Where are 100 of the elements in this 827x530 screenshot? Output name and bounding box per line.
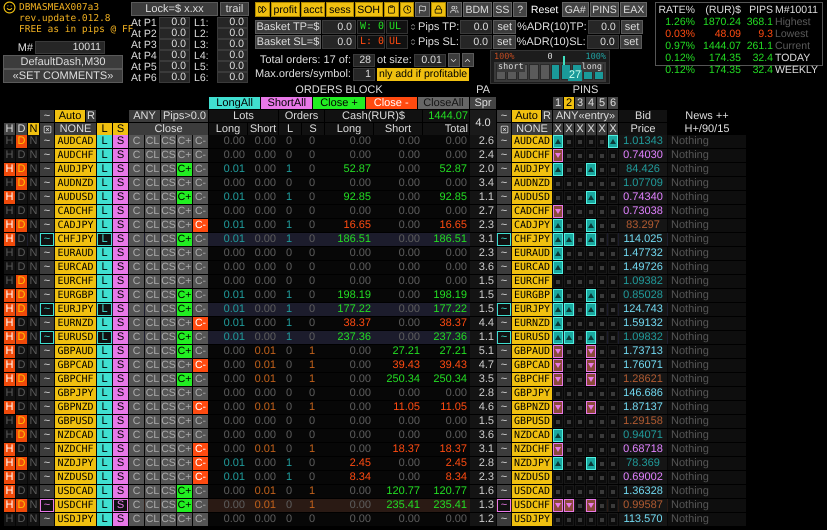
pin-toggle[interactable] bbox=[564, 373, 574, 386]
buy-button[interactable]: L bbox=[97, 303, 112, 316]
long-filter-button[interactable]: L bbox=[97, 123, 112, 135]
pin-toggle[interactable] bbox=[553, 415, 563, 428]
trend-button[interactable]: ~ bbox=[497, 429, 511, 442]
pin-toggle[interactable] bbox=[608, 387, 618, 400]
table-row[interactable]: H D N ~ AUDJPY L S C CL CS C+ C- 0.01 0.00 1 0 52.87 0.00 52.87 2.0 ~ AUDJPY 84.426 Nothing bbox=[4, 163, 746, 176]
spinner-icon[interactable] bbox=[409, 38, 417, 46]
pin-toggle[interactable] bbox=[608, 471, 618, 484]
row-flag-button[interactable]: H bbox=[4, 373, 15, 386]
table-row[interactable]: H D N ~ NZDCHF L S C CL CS C+ C- 0.00 0.01 0 1 0.00 18.37 18.37 3.1 ~ NZDCHF 0.68718 Nothing bbox=[4, 443, 746, 456]
pin-toggle[interactable] bbox=[608, 415, 618, 428]
row-flag-button[interactable]: H bbox=[4, 233, 15, 246]
pin-toggle[interactable] bbox=[553, 177, 563, 190]
close-order-button[interactable]: C+ bbox=[177, 345, 192, 358]
sell-button[interactable]: S bbox=[113, 345, 128, 358]
pin-toggle[interactable] bbox=[575, 485, 585, 498]
pin-toggle[interactable] bbox=[575, 499, 585, 512]
table-row[interactable]: H D N ~ CADCHF L S C CL CS C+ C- 0.00 0.00 0 0 0.00 0.00 0.00 2.7 ~ CADCHF 0.73038 Nothing bbox=[4, 205, 746, 218]
pin-toggle[interactable] bbox=[586, 443, 596, 456]
pin-toggle[interactable] bbox=[564, 261, 574, 274]
trend-button[interactable]: ~ bbox=[497, 261, 511, 274]
trend-button[interactable]: ~ bbox=[497, 401, 511, 414]
profitable-toggle[interactable]: nly add if profitable bbox=[377, 68, 470, 80]
trend-button[interactable]: ~ bbox=[40, 261, 54, 274]
pin-toggle[interactable] bbox=[608, 443, 618, 456]
sell-button[interactable]: S bbox=[113, 163, 128, 176]
pin-toggle[interactable] bbox=[597, 457, 607, 470]
pin-toggle[interactable] bbox=[553, 275, 563, 288]
buy-button[interactable]: L bbox=[97, 415, 112, 428]
buy-button[interactable]: L bbox=[97, 401, 112, 414]
pin-toggle[interactable] bbox=[553, 401, 563, 414]
pin-toggle[interactable] bbox=[608, 359, 618, 372]
trend-filter-button[interactable]: ~ bbox=[497, 110, 511, 122]
toolbar-button[interactable]: GA# bbox=[562, 2, 589, 17]
close-order-button[interactable]: C+ bbox=[177, 233, 192, 246]
sell-button[interactable]: S bbox=[113, 457, 128, 470]
pin-toggle[interactable] bbox=[597, 345, 607, 358]
sell-button[interactable]: S bbox=[113, 149, 128, 162]
pin-toggle[interactable] bbox=[586, 275, 596, 288]
basket-field[interactable]: 0.0 bbox=[322, 20, 356, 34]
trend-filter-button[interactable]: ~ bbox=[40, 110, 54, 122]
pin-toggle[interactable] bbox=[575, 317, 585, 330]
sell-button[interactable]: S bbox=[113, 373, 128, 386]
table-row[interactable]: H D N ~ GBPCHF L S C CL CS C+ C- 0.00 0.01 0 1 0.00 250.34 250.34 3.5 ~ GBPCHF 1.28621 Nothing bbox=[4, 373, 746, 386]
trend-button[interactable]: ~ bbox=[497, 331, 511, 344]
close-order-button[interactable]: C+ bbox=[177, 289, 192, 302]
pin-toggle[interactable] bbox=[575, 429, 585, 442]
pin-toggle[interactable] bbox=[575, 303, 585, 316]
trend-button[interactable]: ~ bbox=[40, 471, 54, 484]
toolbar-button[interactable] bbox=[400, 2, 414, 17]
sell-button[interactable]: S bbox=[113, 303, 128, 316]
short-filter-button[interactable]: S bbox=[113, 123, 128, 135]
set-button[interactable]: set bbox=[620, 20, 644, 34]
pin-toggle[interactable] bbox=[608, 401, 618, 414]
pin-toggle[interactable] bbox=[575, 135, 585, 148]
pin-toggle[interactable] bbox=[575, 177, 585, 190]
trend-button[interactable]: ~ bbox=[497, 387, 511, 400]
trend-button[interactable]: ~ bbox=[40, 303, 54, 316]
r-button[interactable]: R bbox=[542, 110, 552, 122]
pin-toggle[interactable] bbox=[564, 485, 574, 498]
table-row[interactable]: H D N ~ GBPJPY L S C CL CS C+ C- 0.00 0.00 0 0 0.00 0.00 0.00 2.8 ~ GBPJPY 146.686 Nothing bbox=[4, 387, 746, 400]
row-flag-button[interactable]: H bbox=[4, 485, 15, 498]
pin-toggle[interactable] bbox=[597, 191, 607, 204]
trend-button[interactable]: ~ bbox=[40, 387, 54, 400]
table-row[interactable]: H D N ~ NZDUSD L S C CL CS C+ C- 0.01 0.00 1 0 8.34 0.00 8.34 2.3 ~ NZDUSD 0.69002 Nothing bbox=[4, 471, 746, 484]
pin-toggle[interactable] bbox=[597, 513, 607, 526]
close-order-button[interactable]: C+ bbox=[177, 163, 192, 176]
pin-toggle[interactable] bbox=[586, 471, 596, 484]
row-flag-button[interactable]: H bbox=[4, 443, 15, 456]
pin-tab[interactable]: 1 bbox=[553, 97, 563, 109]
pin-toggle[interactable] bbox=[575, 513, 585, 526]
pin-toggle[interactable] bbox=[586, 317, 596, 330]
table-row[interactable]: H D N ~ AUDCAD L S C CL CS C+ C- 0.00 0.00 0 0 0.00 0.00 0.00 2.6 ~ AUDCAD 1.01343 Nothing bbox=[4, 135, 746, 148]
buy-button[interactable]: L bbox=[97, 149, 112, 162]
sell-button[interactable]: S bbox=[113, 219, 128, 232]
pin-toggle[interactable] bbox=[564, 457, 574, 470]
flag-filter-button[interactable]: N bbox=[28, 123, 39, 135]
pin-toggle[interactable] bbox=[575, 163, 585, 176]
level-field[interactable]: 0.0 bbox=[159, 72, 190, 83]
table-row[interactable]: H D N ~ GBPCAD L S C CL CS C+ C- 0.00 0.01 0 1 0.00 39.43 39.43 4.7 ~ GBPCAD 1.76071 Nothing bbox=[4, 359, 746, 372]
pin-tab[interactable]: 4 bbox=[586, 97, 596, 109]
close-order-button[interactable]: C+ bbox=[177, 485, 192, 498]
pin-toggle[interactable] bbox=[553, 149, 563, 162]
table-row[interactable]: H D N ~ GBPUSD L S C CL CS C+ C- 0.00 0.00 0 0 0.00 0.00 0.00 1.5 ~ GBPUSD 1.29158 Nothing bbox=[4, 415, 746, 428]
row-flag-button[interactable]: H bbox=[4, 289, 15, 302]
pin-toggle[interactable] bbox=[564, 275, 574, 288]
buy-button[interactable]: L bbox=[97, 513, 112, 526]
pin-toggle[interactable] bbox=[597, 443, 607, 456]
toolbar-button[interactable]: EAX bbox=[620, 2, 648, 17]
pin-toggle[interactable] bbox=[597, 387, 607, 400]
sell-button[interactable]: S bbox=[113, 513, 128, 526]
pin-toggle[interactable] bbox=[575, 289, 585, 302]
trend-button[interactable]: ~ bbox=[497, 499, 511, 512]
row-flag-button[interactable]: H bbox=[4, 499, 15, 512]
sell-button[interactable]: S bbox=[113, 387, 128, 400]
buy-button[interactable]: L bbox=[97, 317, 112, 330]
buy-button[interactable]: L bbox=[97, 177, 112, 190]
pin-toggle[interactable] bbox=[608, 261, 618, 274]
stop-field[interactable]: 0.0 bbox=[217, 28, 248, 39]
